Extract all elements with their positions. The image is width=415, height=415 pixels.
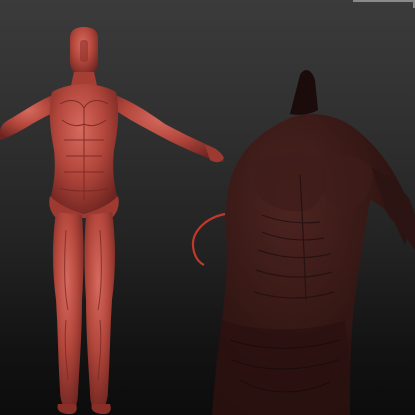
model-canvas: [0, 27, 415, 415]
left-leg: [53, 212, 84, 410]
closeup-neck: [290, 69, 318, 115]
zbrush-viewport[interactable]: [0, 0, 415, 415]
viewport-corner-marker: [353, 0, 415, 8]
brush-cursor: [191, 212, 226, 266]
right-arm: [112, 94, 224, 162]
front-figure[interactable]: [0, 27, 224, 414]
closeup-figure[interactable]: [212, 69, 415, 415]
right-leg: [84, 212, 115, 410]
